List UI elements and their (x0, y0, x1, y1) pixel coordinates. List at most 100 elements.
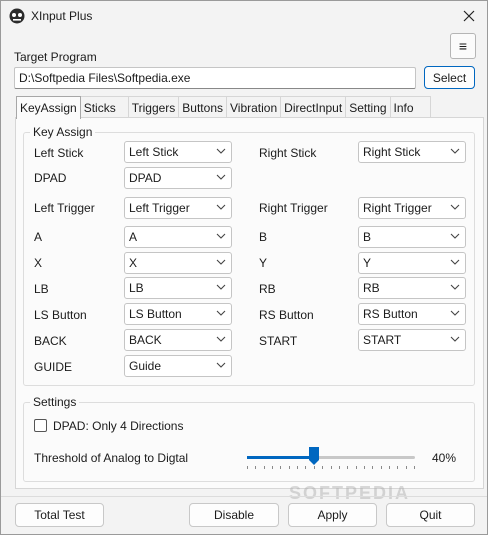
right-trigger-value: Right Trigger (363, 201, 432, 215)
b-select[interactable]: B (358, 226, 466, 248)
start-label: START (259, 334, 298, 348)
chevron-down-icon (450, 204, 460, 210)
threshold-value: 40% (432, 451, 457, 465)
slider-tick (330, 466, 332, 469)
tab-sticks[interactable]: Sticks (79, 96, 129, 118)
slider-tick (355, 466, 357, 469)
slider-tick (338, 466, 340, 469)
y-value: Y (363, 256, 372, 270)
tab-vibration[interactable]: Vibration (226, 96, 282, 118)
right-stick-select[interactable]: Right Stick (358, 141, 466, 163)
left-trigger-label: Left Trigger (34, 201, 95, 215)
key-assign-group-title: Key Assign (30, 125, 96, 139)
slider-tick (272, 466, 274, 469)
left-stick-value: Left Stick (129, 145, 179, 159)
left-trigger-select[interactable]: Left Trigger (124, 197, 232, 219)
chevron-down-icon (216, 259, 226, 265)
guide-select[interactable]: Guide (124, 355, 232, 377)
back-select[interactable]: BACK (124, 329, 232, 351)
disable-button[interactable]: Disable (189, 503, 279, 527)
slider-tick (388, 466, 390, 469)
threshold-label: Threshold of Analog to Digtal (34, 451, 189, 465)
lb-select[interactable]: LB (124, 277, 232, 299)
guide-value: Guide (129, 359, 162, 373)
x-select[interactable]: X (124, 252, 232, 274)
dpad-select[interactable]: DPAD (124, 167, 232, 189)
target-path-input[interactable] (14, 67, 416, 89)
softpedia-watermark: SOFTPEDIA (289, 483, 411, 503)
slider-tick (322, 466, 324, 469)
a-label: A (34, 230, 43, 244)
lb-value: LB (129, 281, 144, 295)
left-stick-select[interactable]: Left Stick (124, 141, 232, 163)
guide-label: GUIDE (34, 360, 73, 374)
left-stick-label: Left Stick (34, 146, 84, 160)
ls-button-select[interactable]: LS Button (124, 303, 232, 325)
b-label: B (259, 230, 268, 244)
slider-tick (255, 466, 257, 469)
dpad-4dir-label: DPAD: Only 4 Directions (53, 419, 184, 433)
chevron-down-icon (216, 233, 226, 239)
rs-button-select[interactable]: RS Button (358, 303, 466, 325)
apply-button[interactable]: Apply (288, 503, 377, 527)
slider-tick (405, 466, 407, 469)
slider-tick (305, 466, 307, 469)
right-trigger-select[interactable]: Right Trigger (358, 197, 466, 219)
target-program-label: Target Program (14, 50, 97, 64)
tab-buttons[interactable]: Buttons (178, 96, 227, 118)
rb-select[interactable]: RB (358, 277, 466, 299)
tab-setting[interactable]: Setting (345, 96, 391, 118)
window-title: XInput Plus (31, 9, 93, 23)
rb-value: RB (363, 281, 380, 295)
slider-tick (288, 466, 290, 469)
slider-tick (363, 466, 365, 469)
chevron-down-icon (216, 148, 226, 154)
back-label: BACK (34, 334, 67, 348)
right-stick-label: Right Stick (259, 146, 317, 160)
slider-tick (347, 466, 349, 469)
chevron-down-icon (450, 259, 460, 265)
rs-button-value: RS Button (363, 307, 418, 321)
tab-bar: KeyAssign Sticks Triggers Buttons Vibrat… (16, 96, 431, 119)
select-button[interactable]: Select (424, 66, 475, 89)
tab-keyassign[interactable]: KeyAssign (16, 96, 81, 119)
start-select[interactable]: START (358, 329, 466, 351)
tab-directinput[interactable]: DirectInput (280, 96, 347, 118)
back-value: BACK (129, 333, 162, 347)
dpad-label: DPAD (34, 171, 67, 185)
gamepad-icon (9, 8, 25, 24)
dpad-4dir-checkbox[interactable] (34, 419, 47, 432)
a-select[interactable]: A (124, 226, 232, 248)
ls-button-value: LS Button (129, 307, 182, 321)
rb-label: RB (259, 282, 276, 296)
chevron-down-icon (450, 336, 460, 342)
rs-button-label: RS Button (259, 308, 314, 322)
menu-button[interactable]: ≡ (450, 33, 476, 59)
close-button[interactable] (451, 1, 487, 31)
threshold-slider-track[interactable] (247, 456, 415, 459)
chevron-down-icon (216, 204, 226, 210)
right-stick-value: Right Stick (363, 145, 421, 159)
left-trigger-value: Left Trigger (129, 201, 190, 215)
b-value: B (363, 230, 372, 244)
a-value: A (129, 230, 138, 244)
settings-group-title: Settings (30, 395, 80, 409)
slider-tick (380, 466, 382, 469)
y-select[interactable]: Y (358, 252, 466, 274)
slider-tick (247, 466, 248, 469)
slider-tick (297, 466, 299, 469)
footer-separator (1, 496, 487, 497)
chevron-down-icon (216, 362, 226, 368)
chevron-down-icon (216, 174, 226, 180)
chevron-down-icon (216, 284, 226, 290)
threshold-slider-thumb[interactable] (309, 447, 320, 465)
main-window: XInput Plus Target Program ≡ Select KeyA… (0, 0, 488, 535)
tab-triggers[interactable]: Triggers (127, 96, 180, 118)
menu-icon: ≡ (458, 38, 468, 54)
tab-info[interactable]: Info (389, 96, 431, 118)
threshold-slider-ticks (247, 466, 415, 470)
quit-button[interactable]: Quit (386, 503, 475, 527)
chevron-down-icon (450, 233, 460, 239)
y-label: Y (259, 256, 268, 270)
total-test-button[interactable]: Total Test (15, 503, 104, 527)
